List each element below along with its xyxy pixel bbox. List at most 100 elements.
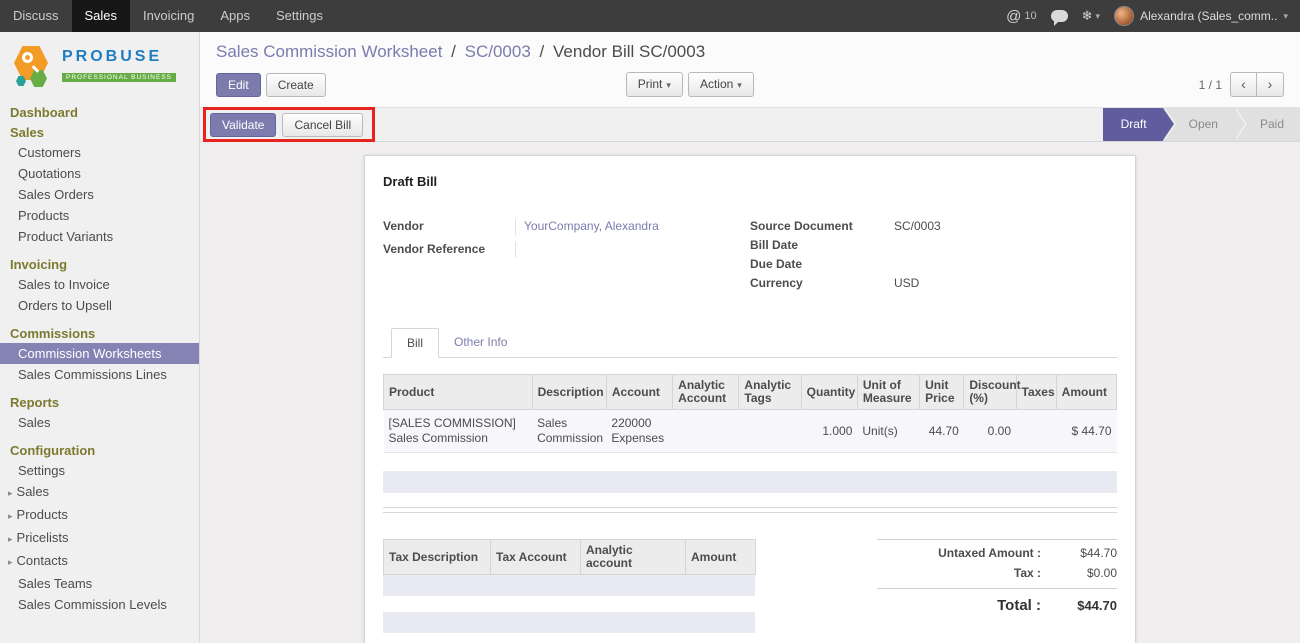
sidebar-header-reports[interactable]: Reports bbox=[0, 392, 199, 412]
menu-apps[interactable]: Apps bbox=[207, 0, 263, 32]
mentions-button[interactable]: @ 10 bbox=[1006, 8, 1036, 25]
tax-lines-table: Tax Description Tax Account Analytic acc… bbox=[383, 539, 756, 575]
sidebar-item-customers[interactable]: Customers bbox=[0, 142, 199, 163]
sidebar-item-config-settings[interactable]: Settings bbox=[0, 460, 199, 481]
breadcrumb-worksheet-link[interactable]: Sales Commission Worksheet bbox=[216, 42, 442, 61]
chevron-down-icon: ▾ bbox=[666, 80, 671, 90]
col-account: Account bbox=[606, 375, 672, 410]
sidebar-item-label: Pricelists bbox=[17, 530, 69, 545]
sidebar-item-config-pricelists[interactable]: ▸ Pricelists bbox=[0, 527, 199, 550]
source-document-label: Source Document bbox=[750, 219, 894, 234]
chat-icon[interactable] bbox=[1051, 10, 1068, 22]
cell-account: 220000 Expenses bbox=[606, 410, 672, 453]
untaxed-amount-label: Untaxed Amount : bbox=[877, 546, 1055, 560]
tax-and-totals-section: Tax Description Tax Account Analytic acc… bbox=[383, 539, 1117, 633]
debug-menu[interactable]: ❄ ▾ bbox=[1082, 8, 1100, 24]
totals-block: Untaxed Amount : $44.70 Tax : $0.00 Tota… bbox=[877, 539, 1117, 620]
cell-discount: 0.00 bbox=[964, 410, 1016, 453]
tab-other-info[interactable]: Other Info bbox=[439, 328, 522, 358]
sidebar-item-sales-to-invoice[interactable]: Sales to Invoice bbox=[0, 274, 199, 295]
currency-label: Currency bbox=[750, 276, 894, 291]
breadcrumb-sc0003-link[interactable]: SC/0003 bbox=[465, 42, 531, 61]
cell-description: Sales Commission bbox=[532, 410, 606, 453]
pager: 1 / 1 ‹ › bbox=[1199, 72, 1284, 97]
sidebar-item-product-variants[interactable]: Product Variants bbox=[0, 226, 199, 247]
tax-lines-block: Tax Description Tax Account Analytic acc… bbox=[383, 539, 755, 633]
sidebar-header-dashboard[interactable]: Dashboard bbox=[0, 102, 199, 122]
vendor-reference-value bbox=[515, 242, 750, 258]
expand-icon[interactable]: ▸ bbox=[8, 534, 13, 544]
topbar-right: @ 10 ❄ ▾ Alexandra (Sales_comm.. ▾ bbox=[1006, 0, 1300, 32]
breadcrumb-separator: / bbox=[540, 42, 545, 61]
sidebar-item-quotations[interactable]: Quotations bbox=[0, 163, 199, 184]
menu-settings[interactable]: Settings bbox=[263, 0, 336, 32]
empty-tax-row bbox=[383, 612, 755, 633]
sidebar-item-commission-worksheets[interactable]: Commission Worksheets bbox=[0, 343, 199, 364]
tax-value: $0.00 bbox=[1055, 566, 1117, 580]
breadcrumb-separator: / bbox=[451, 42, 456, 61]
probuse-logo: PROBUSE PROFESSIONAL BUSINESS bbox=[0, 32, 199, 98]
vendor-label: Vendor bbox=[383, 219, 515, 235]
col-product: Product bbox=[384, 375, 533, 410]
sidebar-item-products[interactable]: Products bbox=[0, 205, 199, 226]
cancel-bill-button[interactable]: Cancel Bill bbox=[282, 113, 363, 137]
empty-tax-row bbox=[383, 596, 755, 612]
invoice-lines-table: Product Description Account Analytic Acc… bbox=[383, 374, 1117, 453]
sidebar-item-config-contacts[interactable]: ▸ Contacts bbox=[0, 550, 199, 573]
sidebar-item-reports-sales[interactable]: Sales bbox=[0, 412, 199, 433]
sidebar-item-label: Products bbox=[17, 507, 68, 522]
print-dropdown-button[interactable]: Print▾ bbox=[626, 72, 683, 97]
validate-button[interactable]: Validate bbox=[210, 113, 276, 137]
sidebar-header-invoicing[interactable]: Invoicing bbox=[0, 254, 199, 274]
cell-amount: $ 44.70 bbox=[1056, 410, 1116, 453]
invoice-line-row[interactable]: [SALES COMMISSION] Sales Commission Sale… bbox=[384, 410, 1117, 453]
sidebar-item-orders-to-upsell[interactable]: Orders to Upsell bbox=[0, 295, 199, 316]
tax-header-row: Tax Description Tax Account Analytic acc… bbox=[384, 540, 756, 575]
print-label: Print bbox=[638, 77, 663, 91]
pager-next-button[interactable]: › bbox=[1257, 72, 1284, 97]
sidebar-header-commissions[interactable]: Commissions bbox=[0, 323, 199, 343]
sidebar-header-configuration[interactable]: Configuration bbox=[0, 440, 199, 460]
create-button[interactable]: Create bbox=[266, 73, 326, 97]
menu-discuss[interactable]: Discuss bbox=[0, 0, 72, 32]
action-label: Action bbox=[700, 77, 733, 91]
col-description: Description bbox=[532, 375, 606, 410]
expand-icon[interactable]: ▸ bbox=[8, 557, 13, 567]
sidebar-item-config-products[interactable]: ▸ Products bbox=[0, 504, 199, 527]
sidebar-item-sales-commission-levels[interactable]: Sales Commission Levels bbox=[0, 594, 199, 615]
debug-icon: ❄ bbox=[1082, 8, 1093, 24]
sidebar-item-sales-teams[interactable]: Sales Teams bbox=[0, 573, 199, 594]
col-tax-analytic-account: Analytic account bbox=[581, 540, 686, 575]
user-menu[interactable]: Alexandra (Sales_comm.. ▾ bbox=[1114, 6, 1288, 26]
sidebar-item-sales-commissions-lines[interactable]: Sales Commissions Lines bbox=[0, 364, 199, 385]
menu-sales[interactable]: Sales bbox=[72, 0, 131, 32]
total-label: Total : bbox=[877, 597, 1055, 614]
main-area: Sales Commission Worksheet / SC/0003 / V… bbox=[200, 32, 1300, 643]
sidebar-header-sales[interactable]: Sales bbox=[0, 122, 199, 142]
source-document-value: SC/0003 bbox=[894, 219, 941, 234]
sidebar-item-sales-orders[interactable]: Sales Orders bbox=[0, 184, 199, 205]
mention-count: 10 bbox=[1024, 10, 1036, 22]
sidebar-item-config-sales[interactable]: ▸ Sales bbox=[0, 481, 199, 504]
sidebar-item-label: Sales bbox=[17, 484, 50, 499]
action-dropdown-button[interactable]: Action▾ bbox=[688, 72, 754, 97]
col-tax-description: Tax Description bbox=[384, 540, 491, 575]
col-tax-account: Tax Account bbox=[491, 540, 581, 575]
cell-unit-of-measure: Unit(s) bbox=[857, 410, 919, 453]
currency-value: USD bbox=[894, 276, 919, 291]
edit-button[interactable]: Edit bbox=[216, 73, 261, 97]
chevron-down-icon: ▾ bbox=[1283, 11, 1288, 22]
bill-date-label: Bill Date bbox=[750, 238, 894, 253]
vendor-value-link[interactable]: YourCompany, Alexandra bbox=[515, 219, 750, 235]
menu-invoicing[interactable]: Invoicing bbox=[130, 0, 207, 32]
expand-icon[interactable]: ▸ bbox=[8, 488, 13, 498]
sidebar-item-label: Contacts bbox=[17, 553, 68, 568]
total-value: $44.70 bbox=[1055, 598, 1117, 613]
expand-icon[interactable]: ▸ bbox=[8, 511, 13, 521]
breadcrumb: Sales Commission Worksheet / SC/0003 / V… bbox=[216, 42, 1284, 62]
tab-bill[interactable]: Bill bbox=[391, 328, 439, 358]
cell-quantity: 1.000 bbox=[801, 410, 857, 453]
pager-previous-button[interactable]: ‹ bbox=[1230, 72, 1257, 97]
brand-tagline: PROFESSIONAL BUSINESS bbox=[62, 73, 176, 82]
col-discount: Discount (%) bbox=[964, 375, 1016, 410]
